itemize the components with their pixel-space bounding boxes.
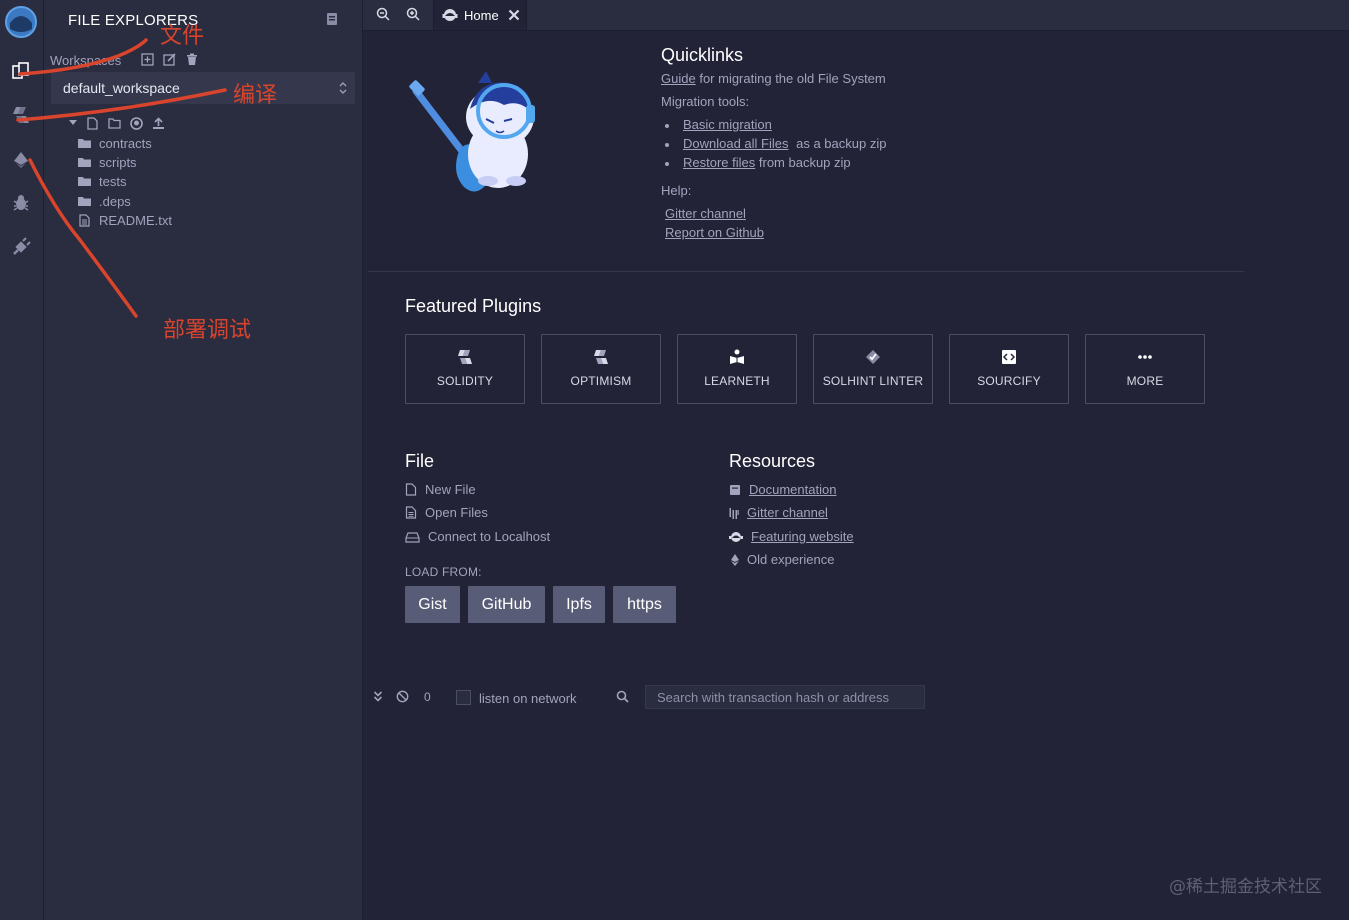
annotation-deploy-label: 部署调试 [163, 318, 252, 343]
annotation-compile-label: 编译 [233, 83, 278, 108]
annotation-file-label: 文件 [160, 24, 205, 49]
watermark: @稀土掘金技术社区 [1169, 877, 1322, 897]
annotation-strokes [16, 38, 227, 318]
